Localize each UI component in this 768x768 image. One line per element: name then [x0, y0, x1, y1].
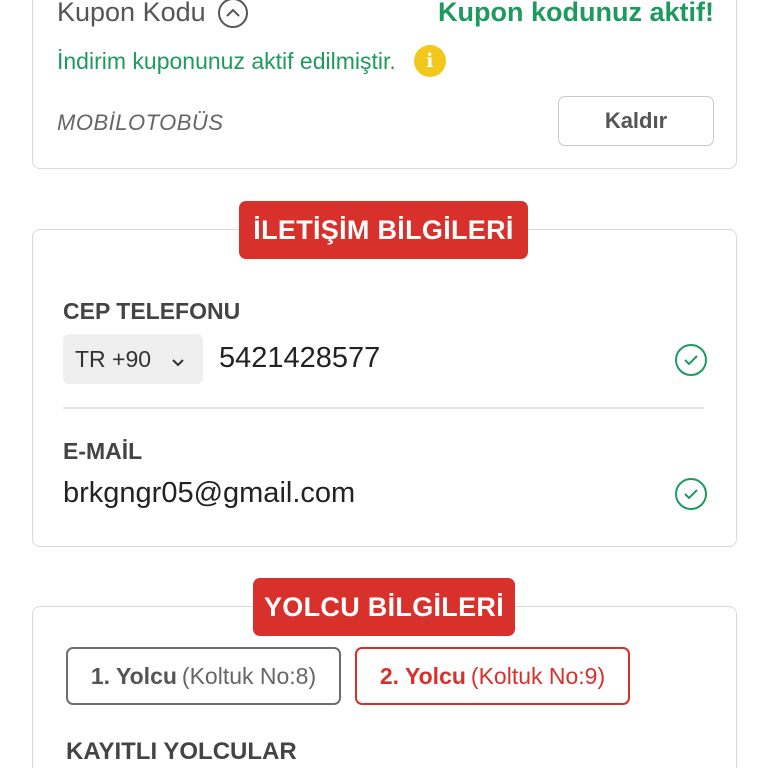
coupon-status: Kupon kodunuz aktif! — [438, 0, 714, 27]
passenger-section-title: YOLCU BİLGİLERİ — [253, 578, 515, 636]
country-code-value: TR +90 — [75, 345, 152, 372]
remove-coupon-button[interactable]: Kaldır — [558, 96, 714, 146]
passenger-seat: (Koltuk No:8) — [181, 662, 317, 689]
tab-passenger-1[interactable]: 1. Yolcu (Koltuk No:8) — [66, 647, 341, 705]
check-circle-icon — [675, 478, 707, 510]
passenger-name: 2. Yolcu — [379, 662, 466, 689]
passenger-name: 1. Yolcu — [90, 662, 177, 689]
contact-card: CEP TELEFONU TR +90 5421428577 E-MAİL br… — [32, 229, 737, 547]
chevron-up-icon[interactable] — [217, 0, 248, 28]
coupon-message-text: İndirim kuponunuz aktif edilmiştir. — [57, 47, 396, 74]
coupon-title: Kupon Kodu — [57, 0, 206, 27]
email-label: E-MAİL — [63, 438, 143, 464]
divider — [63, 407, 704, 409]
coupon-header[interactable]: Kupon Kodu — [57, 0, 248, 28]
info-icon[interactable]: i — [413, 45, 446, 77]
check-circle-icon — [675, 344, 707, 376]
contact-section-title: İLETİŞİM BİLGİLERİ — [239, 201, 528, 259]
coupon-message: İndirim kuponunuz aktif edilmiştir. i — [57, 45, 446, 77]
phone-label: CEP TELEFONU — [63, 298, 241, 324]
email-input[interactable]: brkgngr05@gmail.com — [63, 477, 355, 510]
passenger-seat: (Koltuk No:9) — [470, 662, 606, 689]
phone-input[interactable]: 5421428577 — [219, 342, 380, 375]
tab-passenger-2[interactable]: 2. Yolcu (Koltuk No:9) — [355, 647, 630, 705]
coupon-card: Kupon Kodu Kupon kodunuz aktif! İndirim … — [32, 0, 737, 169]
chevron-down-icon — [171, 346, 185, 373]
country-code-select[interactable]: TR +90 — [63, 334, 203, 384]
coupon-code: MOBİLOTOBÜS — [57, 110, 224, 135]
saved-passengers-label: KAYITLI YOLCULAR — [66, 738, 297, 765]
